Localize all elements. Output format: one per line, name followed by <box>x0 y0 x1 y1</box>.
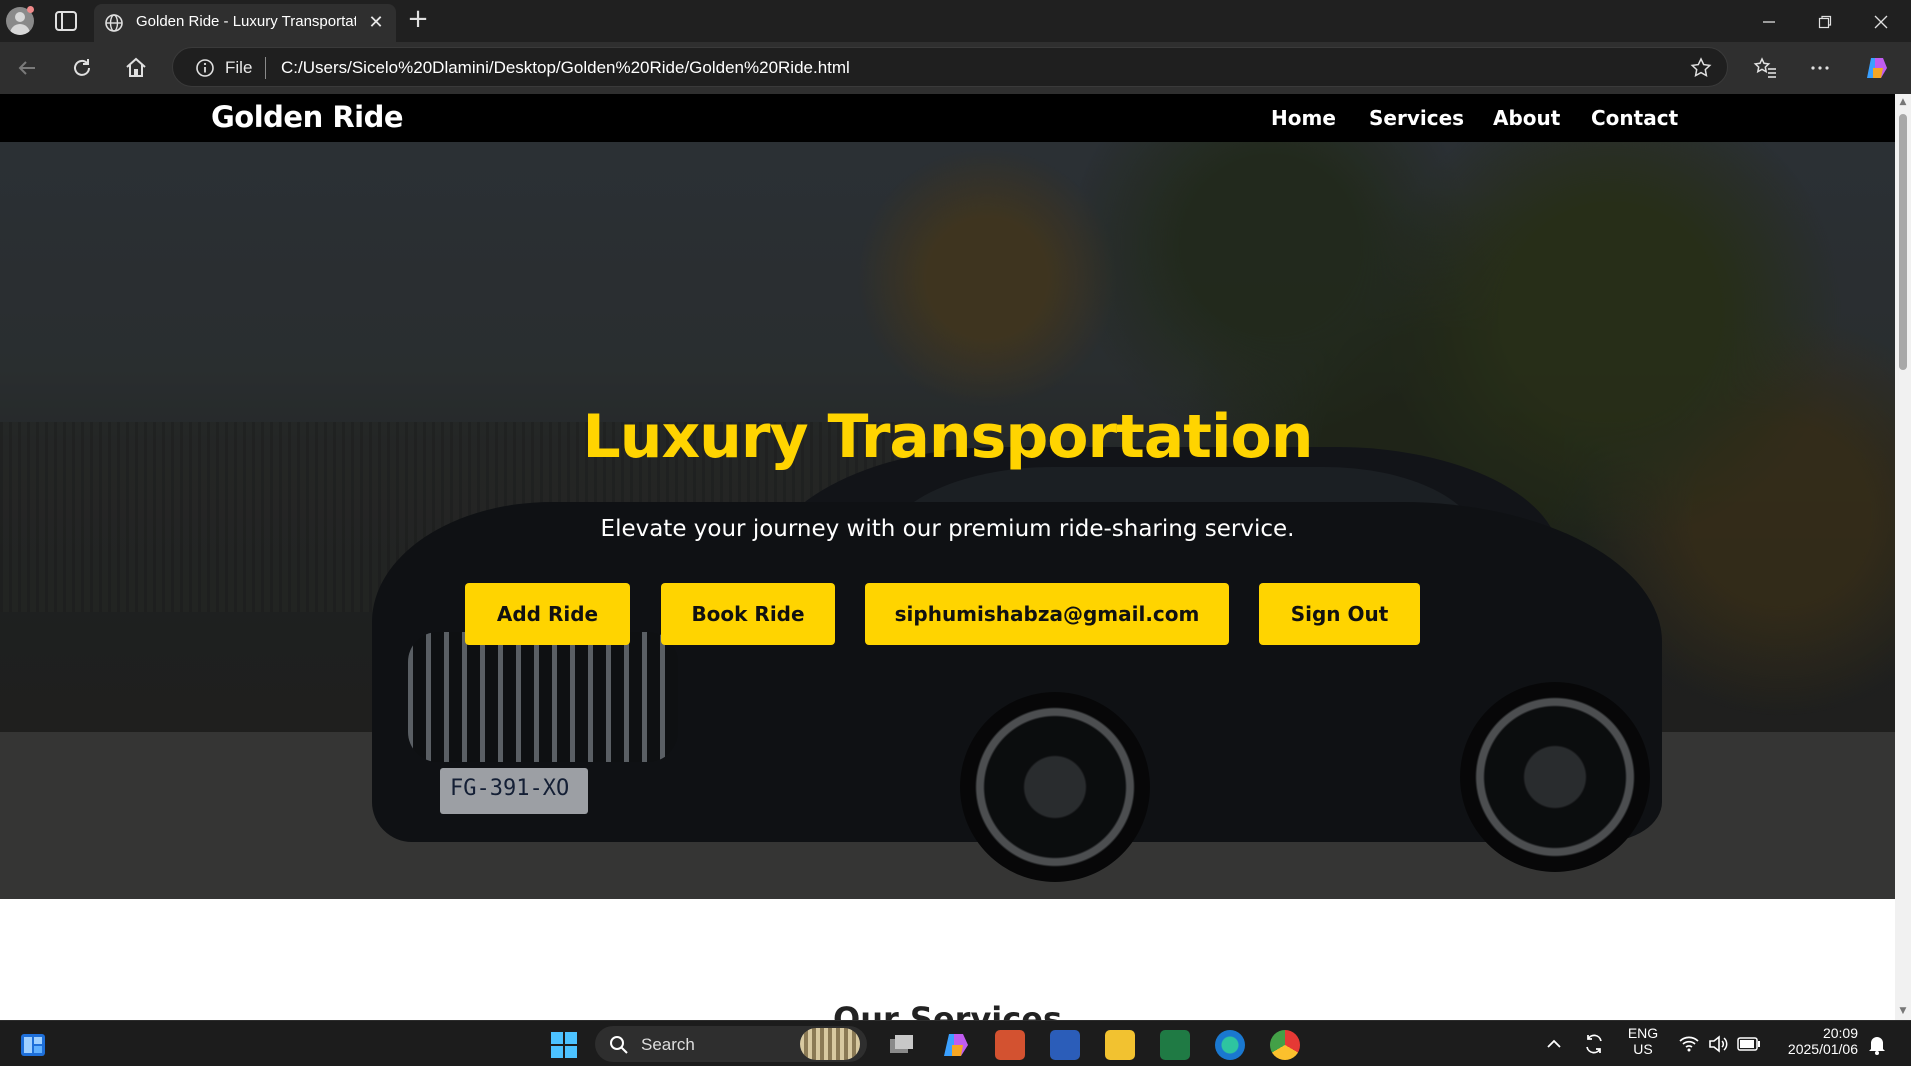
language-code: ENG <box>1627 1025 1659 1041</box>
wifi-icon[interactable] <box>1678 1033 1700 1055</box>
address-scheme-label: File <box>225 58 253 77</box>
page-viewport: Golden Ride Home Services About Contact … <box>0 94 1895 1020</box>
scroll-down-icon[interactable]: ▼ <box>1898 1006 1908 1016</box>
refresh-icon[interactable] <box>68 54 96 82</box>
copilot-icon[interactable] <box>941 1030 971 1060</box>
copilot-icon[interactable] <box>1863 54 1891 82</box>
nav-link-about[interactable]: About <box>1493 106 1560 130</box>
services-section-title: Our Services <box>833 1000 1062 1020</box>
globe-icon <box>105 14 123 32</box>
volume-icon[interactable] <box>1707 1033 1729 1055</box>
battery-icon[interactable] <box>1737 1035 1761 1053</box>
sync-icon[interactable] <box>1582 1032 1606 1056</box>
start-icon[interactable] <box>549 1030 579 1060</box>
scrollbar-thumb[interactable] <box>1899 114 1907 370</box>
profile-status-dot <box>27 6 34 13</box>
hero-title: Luxury Transportation <box>582 402 1314 472</box>
word-icon[interactable] <box>1050 1030 1080 1060</box>
book-ride-button[interactable]: Book Ride <box>661 583 835 645</box>
minimize-icon[interactable] <box>1741 0 1797 42</box>
notification-bell-icon[interactable] <box>1866 1033 1888 1055</box>
excel-icon[interactable] <box>1160 1030 1190 1060</box>
address-divider <box>265 57 266 79</box>
powerpoint-icon[interactable] <box>995 1030 1025 1060</box>
browser-tab-bar: Golden Ride - Luxury Transportati ✕ + <box>0 0 1911 42</box>
clock-date: 2025/01/06 <box>1787 1041 1858 1057</box>
windows-taskbar: Search ENG US 20:09 2025/01/06 <box>0 1020 1911 1066</box>
site-brand-logo[interactable]: Golden Ride <box>211 100 404 134</box>
nav-link-contact[interactable]: Contact <box>1591 106 1678 130</box>
clock-time: 20:09 <box>1822 1025 1858 1041</box>
file-explorer-icon[interactable] <box>1105 1030 1135 1060</box>
user-email-button[interactable]: siphumishabza@gmail.com <box>865 583 1229 645</box>
restore-icon[interactable] <box>1797 0 1853 42</box>
taskbar-search-label: Search <box>641 1035 695 1054</box>
language-indicator[interactable]: ENG US <box>1618 1025 1668 1057</box>
nav-link-home[interactable]: Home <box>1271 106 1336 130</box>
edge-icon[interactable] <box>1215 1030 1245 1060</box>
region-code: US <box>1633 1041 1653 1057</box>
page-scrollbar[interactable]: ▲ ▼ <box>1895 94 1911 1020</box>
close-tab-icon[interactable]: ✕ <box>364 11 388 35</box>
hero-section: FG-391-XO Luxury Transportation Elevate … <box>0 142 1895 899</box>
info-icon[interactable] <box>195 58 215 78</box>
scroll-up-icon[interactable]: ▲ <box>1898 97 1908 107</box>
widgets-icon[interactable] <box>18 1030 48 1060</box>
search-icon <box>610 1036 628 1054</box>
clock[interactable]: 20:09 2025/01/06 <box>1770 1025 1868 1057</box>
home-icon[interactable] <box>122 54 150 82</box>
favorite-star-icon[interactable] <box>1689 56 1713 80</box>
hero-subtitle: Elevate your journey with our premium ri… <box>600 516 1295 542</box>
taskbar-search-box[interactable]: Search <box>595 1026 867 1062</box>
browser-tab[interactable]: Golden Ride - Luxury Transportati ✕ <box>94 4 396 42</box>
site-navbar: Golden Ride Home Services About Contact <box>0 94 1895 142</box>
new-tab-button[interactable]: + <box>403 4 433 34</box>
browser-toolbar: File C:/Users/Sicelo%20Dlamini/Desktop/G… <box>0 42 1911 94</box>
favorites-icon[interactable] <box>1751 54 1779 82</box>
add-ride-button[interactable]: Add Ride <box>465 583 630 645</box>
tab-actions-icon[interactable] <box>54 10 78 32</box>
search-highlight-image <box>800 1028 860 1060</box>
tab-title: Golden Ride - Luxury Transportati <box>136 13 356 30</box>
back-icon[interactable] <box>13 54 41 82</box>
address-bar[interactable]: File C:/Users/Sicelo%20Dlamini/Desktop/G… <box>172 47 1728 87</box>
chrome-icon[interactable] <box>1270 1030 1300 1060</box>
close-window-icon[interactable] <box>1853 0 1909 42</box>
nav-link-services[interactable]: Services <box>1369 106 1464 130</box>
task-view-icon[interactable] <box>886 1030 916 1060</box>
sign-out-button[interactable]: Sign Out <box>1259 583 1420 645</box>
show-hidden-icons-icon[interactable] <box>1545 1035 1563 1053</box>
more-icon[interactable] <box>1806 54 1834 82</box>
url-text[interactable]: C:/Users/Sicelo%20Dlamini/Desktop/Golden… <box>281 58 850 78</box>
